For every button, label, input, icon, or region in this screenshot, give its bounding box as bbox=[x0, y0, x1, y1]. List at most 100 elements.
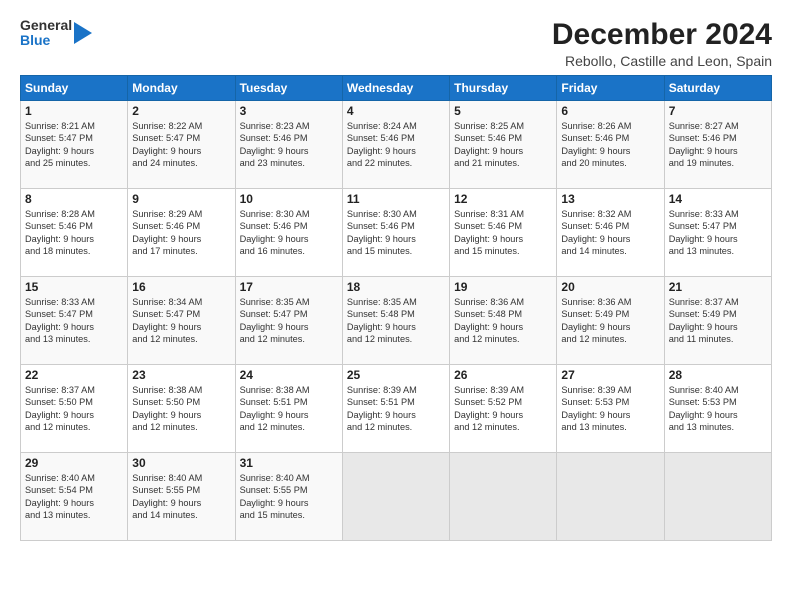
day-number: 23 bbox=[132, 368, 230, 382]
day-number: 7 bbox=[669, 104, 767, 118]
calendar-cell: 26 Sunrise: 8:39 AM Sunset: 5:52 PM Dayli… bbox=[450, 365, 557, 453]
calendar-cell bbox=[557, 453, 664, 541]
day-number: 25 bbox=[347, 368, 445, 382]
calendar-cell: 28 Sunrise: 8:40 AM Sunset: 5:53 PM Dayli… bbox=[664, 365, 771, 453]
day-number: 19 bbox=[454, 280, 552, 294]
day-number: 5 bbox=[454, 104, 552, 118]
calendar-cell bbox=[664, 453, 771, 541]
calendar-cell: 30Sunrise: 8:40 AM Sunset: 5:55 PM Dayli… bbox=[128, 453, 235, 541]
logo: General Blue bbox=[20, 18, 92, 49]
subtitle: Rebollo, Castille and Leon, Spain bbox=[552, 53, 772, 69]
day-header-row: Sunday Monday Tuesday Wednesday Thursday… bbox=[21, 76, 772, 101]
calendar-cell: 25 Sunrise: 8:39 AM Sunset: 5:51 PM Dayli… bbox=[342, 365, 449, 453]
header-wednesday: Wednesday bbox=[342, 76, 449, 101]
header-sunday: Sunday bbox=[21, 76, 128, 101]
day-info: Sunrise: 8:37 AM Sunset: 5:50 PM Dayligh… bbox=[25, 384, 123, 434]
calendar-cell: 19 Sunrise: 8:36 AM Sunset: 5:48 PM Dayli… bbox=[450, 277, 557, 365]
calendar-body: 1 Sunrise: 8:21 AM Sunset: 5:47 PM Daylig… bbox=[21, 101, 772, 541]
header-monday: Monday bbox=[128, 76, 235, 101]
day-info: Sunrise: 8:27 AM Sunset: 5:46 PM Dayligh… bbox=[669, 120, 767, 170]
day-info: Sunrise: 8:35 AM Sunset: 5:48 PM Dayligh… bbox=[347, 296, 445, 346]
calendar-row: 8Sunrise: 8:28 AM Sunset: 5:46 PM Daylig… bbox=[21, 189, 772, 277]
day-info: Sunrise: 8:23 AM Sunset: 5:46 PM Dayligh… bbox=[240, 120, 338, 170]
day-info: Sunrise: 8:39 AM Sunset: 5:52 PM Dayligh… bbox=[454, 384, 552, 434]
page: General Blue December 2024 Rebollo, Cast… bbox=[0, 0, 792, 612]
day-info: Sunrise: 8:28 AM Sunset: 5:46 PM Dayligh… bbox=[25, 208, 123, 258]
day-number: 14 bbox=[669, 192, 767, 206]
day-number: 17 bbox=[240, 280, 338, 294]
day-number: 31 bbox=[240, 456, 338, 470]
day-number: 18 bbox=[347, 280, 445, 294]
day-number: 29 bbox=[25, 456, 123, 470]
day-info: Sunrise: 8:32 AM Sunset: 5:46 PM Dayligh… bbox=[561, 208, 659, 258]
day-number: 15 bbox=[25, 280, 123, 294]
calendar-cell: 1 Sunrise: 8:21 AM Sunset: 5:47 PM Daylig… bbox=[21, 101, 128, 189]
day-number: 10 bbox=[240, 192, 338, 206]
logo-arrow-icon bbox=[74, 22, 92, 44]
day-number: 20 bbox=[561, 280, 659, 294]
calendar-table: Sunday Monday Tuesday Wednesday Thursday… bbox=[20, 75, 772, 541]
day-number: 1 bbox=[25, 104, 123, 118]
logo-text-block: General Blue bbox=[20, 18, 72, 49]
day-number: 28 bbox=[669, 368, 767, 382]
day-info: Sunrise: 8:39 AM Sunset: 5:53 PM Dayligh… bbox=[561, 384, 659, 434]
calendar-row: 1 Sunrise: 8:21 AM Sunset: 5:47 PM Daylig… bbox=[21, 101, 772, 189]
day-info: Sunrise: 8:38 AM Sunset: 5:50 PM Dayligh… bbox=[132, 384, 230, 434]
calendar-cell: 20 Sunrise: 8:36 AM Sunset: 5:49 PM Dayli… bbox=[557, 277, 664, 365]
day-info: Sunrise: 8:40 AM Sunset: 5:53 PM Dayligh… bbox=[669, 384, 767, 434]
day-number: 24 bbox=[240, 368, 338, 382]
calendar-cell: 15Sunrise: 8:33 AM Sunset: 5:47 PM Dayli… bbox=[21, 277, 128, 365]
day-info: Sunrise: 8:24 AM Sunset: 5:46 PM Dayligh… bbox=[347, 120, 445, 170]
calendar-cell: 29 Sunrise: 8:40 AM Sunset: 5:54 PM Dayli… bbox=[21, 453, 128, 541]
header-saturday: Saturday bbox=[664, 76, 771, 101]
calendar-header: Sunday Monday Tuesday Wednesday Thursday… bbox=[21, 76, 772, 101]
calendar-row: 22 Sunrise: 8:37 AM Sunset: 5:50 PM Dayli… bbox=[21, 365, 772, 453]
day-number: 11 bbox=[347, 192, 445, 206]
calendar-cell: 5Sunrise: 8:25 AM Sunset: 5:46 PM Daylig… bbox=[450, 101, 557, 189]
calendar-cell: 6Sunrise: 8:26 AM Sunset: 5:46 PM Daylig… bbox=[557, 101, 664, 189]
day-info: Sunrise: 8:31 AM Sunset: 5:46 PM Dayligh… bbox=[454, 208, 552, 258]
day-number: 13 bbox=[561, 192, 659, 206]
calendar-cell: 3 Sunrise: 8:23 AM Sunset: 5:46 PM Daylig… bbox=[235, 101, 342, 189]
calendar-cell: 12Sunrise: 8:31 AM Sunset: 5:46 PM Dayli… bbox=[450, 189, 557, 277]
calendar-cell: 13 Sunrise: 8:32 AM Sunset: 5:46 PM Dayli… bbox=[557, 189, 664, 277]
day-number: 4 bbox=[347, 104, 445, 118]
day-number: 3 bbox=[240, 104, 338, 118]
calendar-row: 15Sunrise: 8:33 AM Sunset: 5:47 PM Dayli… bbox=[21, 277, 772, 365]
logo-general: General bbox=[20, 18, 72, 33]
day-info: Sunrise: 8:34 AM Sunset: 5:47 PM Dayligh… bbox=[132, 296, 230, 346]
day-info: Sunrise: 8:39 AM Sunset: 5:51 PM Dayligh… bbox=[347, 384, 445, 434]
day-number: 22 bbox=[25, 368, 123, 382]
day-info: Sunrise: 8:21 AM Sunset: 5:47 PM Dayligh… bbox=[25, 120, 123, 170]
day-info: Sunrise: 8:40 AM Sunset: 5:55 PM Dayligh… bbox=[132, 472, 230, 522]
day-number: 9 bbox=[132, 192, 230, 206]
calendar-cell: 22 Sunrise: 8:37 AM Sunset: 5:50 PM Dayli… bbox=[21, 365, 128, 453]
calendar-cell bbox=[342, 453, 449, 541]
day-number: 21 bbox=[669, 280, 767, 294]
calendar-cell: 11Sunrise: 8:30 AM Sunset: 5:46 PM Dayli… bbox=[342, 189, 449, 277]
calendar-cell: 14 Sunrise: 8:33 AM Sunset: 5:47 PM Dayli… bbox=[664, 189, 771, 277]
day-number: 26 bbox=[454, 368, 552, 382]
calendar-cell: 4 Sunrise: 8:24 AM Sunset: 5:46 PM Daylig… bbox=[342, 101, 449, 189]
calendar-cell: 31 Sunrise: 8:40 AM Sunset: 5:55 PM Dayli… bbox=[235, 453, 342, 541]
day-info: Sunrise: 8:36 AM Sunset: 5:49 PM Dayligh… bbox=[561, 296, 659, 346]
main-title: December 2024 bbox=[552, 18, 772, 51]
day-info: Sunrise: 8:37 AM Sunset: 5:49 PM Dayligh… bbox=[669, 296, 767, 346]
calendar-cell: 17 Sunrise: 8:35 AM Sunset: 5:47 PM Dayli… bbox=[235, 277, 342, 365]
calendar-cell: 27 Sunrise: 8:39 AM Sunset: 5:53 PM Dayli… bbox=[557, 365, 664, 453]
header-tuesday: Tuesday bbox=[235, 76, 342, 101]
calendar-cell: 2Sunrise: 8:22 AM Sunset: 5:47 PM Daylig… bbox=[128, 101, 235, 189]
header-friday: Friday bbox=[557, 76, 664, 101]
day-info: Sunrise: 8:33 AM Sunset: 5:47 PM Dayligh… bbox=[669, 208, 767, 258]
header: General Blue December 2024 Rebollo, Cast… bbox=[20, 18, 772, 69]
day-info: Sunrise: 8:30 AM Sunset: 5:46 PM Dayligh… bbox=[240, 208, 338, 258]
day-info: Sunrise: 8:40 AM Sunset: 5:55 PM Dayligh… bbox=[240, 472, 338, 522]
day-info: Sunrise: 8:26 AM Sunset: 5:46 PM Dayligh… bbox=[561, 120, 659, 170]
day-info: Sunrise: 8:40 AM Sunset: 5:54 PM Dayligh… bbox=[25, 472, 123, 522]
day-info: Sunrise: 8:35 AM Sunset: 5:47 PM Dayligh… bbox=[240, 296, 338, 346]
day-number: 27 bbox=[561, 368, 659, 382]
calendar-cell: 7 Sunrise: 8:27 AM Sunset: 5:46 PM Daylig… bbox=[664, 101, 771, 189]
day-info: Sunrise: 8:22 AM Sunset: 5:47 PM Dayligh… bbox=[132, 120, 230, 170]
day-info: Sunrise: 8:36 AM Sunset: 5:48 PM Dayligh… bbox=[454, 296, 552, 346]
calendar-cell: 16Sunrise: 8:34 AM Sunset: 5:47 PM Dayli… bbox=[128, 277, 235, 365]
